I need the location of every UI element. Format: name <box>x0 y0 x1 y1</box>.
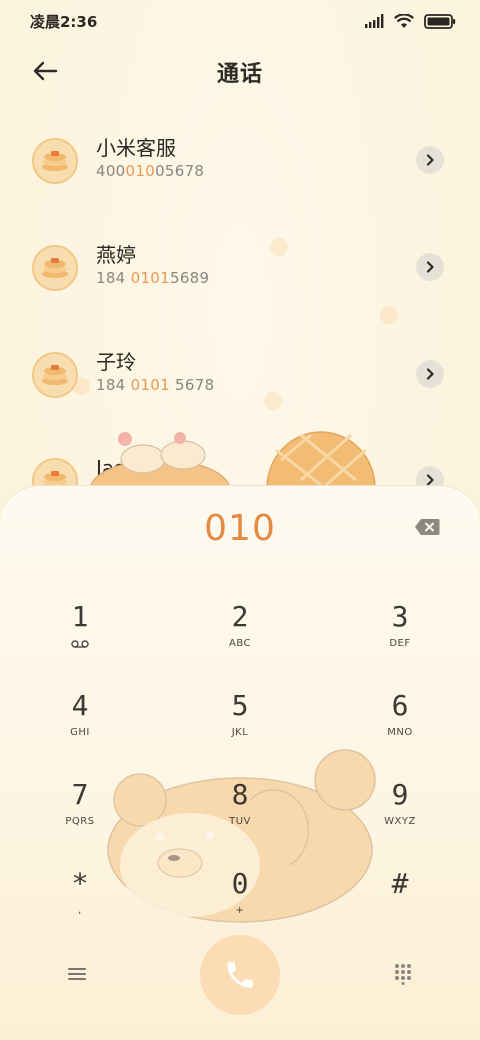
key-6[interactable]: 6 MNO <box>350 689 450 759</box>
bottom-action-bar <box>0 935 480 1015</box>
chevron-right-icon <box>426 261 434 273</box>
key-0[interactable]: 0 + <box>190 867 290 937</box>
signal-icon <box>365 14 384 28</box>
key-4[interactable]: 4 GHI <box>30 689 130 759</box>
phone-icon <box>227 962 253 988</box>
backspace-icon <box>415 519 440 535</box>
status-bar: 凌晨2:36 <box>0 0 480 42</box>
contact-name: 小米客服 <box>96 136 176 160</box>
page-title: 通话 <box>216 62 263 87</box>
key-2[interactable]: 2 ABC <box>190 600 290 670</box>
battery-icon <box>424 13 456 29</box>
delete-button[interactable] <box>414 518 440 538</box>
avatar <box>32 138 78 184</box>
avatar <box>32 245 78 291</box>
contact-row[interactable]: 子玲 184 0101 5678 <box>0 346 480 416</box>
contact-detail-button[interactable] <box>416 360 444 388</box>
key-1[interactable]: 1 <box>30 600 130 670</box>
dialpad-toggle-button[interactable] <box>388 959 418 989</box>
key-star[interactable]: * , <box>30 867 130 937</box>
contact-row[interactable]: 燕婷 184 01015689 <box>0 239 480 309</box>
status-icons <box>364 13 456 29</box>
pancake-icon <box>42 365 68 385</box>
menu-icon <box>68 968 86 980</box>
key-hash[interactable]: # <box>350 867 450 937</box>
dialpad-grid-icon <box>395 964 411 985</box>
status-time: 凌晨2:36 <box>30 12 98 31</box>
key-7[interactable]: 7 PQRS <box>30 778 130 848</box>
key-8[interactable]: 8 TUV <box>190 778 290 848</box>
contact-row[interactable]: 小米客服 40001005678 <box>0 132 480 202</box>
key-5[interactable]: 5 JKL <box>190 689 290 759</box>
menu-button[interactable] <box>62 959 92 989</box>
chevron-right-icon <box>426 154 434 166</box>
dial-input-display[interactable]: 010 <box>0 508 480 549</box>
key-3[interactable]: 3 DEF <box>350 600 450 670</box>
avatar <box>32 352 78 398</box>
pancake-icon <box>42 151 68 171</box>
contact-name: 燕婷 <box>96 243 136 267</box>
header: 通话 <box>0 48 480 92</box>
call-button[interactable] <box>200 935 280 1015</box>
dialer-screen: 凌晨2:36 通话 小米客服 40001005678 燕婷 184 010156… <box>0 0 480 1040</box>
contact-number: 40001005678 <box>96 162 205 180</box>
contact-number: 184 01015689 <box>96 269 210 287</box>
melon-bun-illustration <box>266 431 376 490</box>
wifi-icon <box>394 13 414 28</box>
contact-name: 子玲 <box>96 350 136 374</box>
contact-detail-button[interactable] <box>416 253 444 281</box>
voicemail-icon <box>71 640 89 648</box>
contact-detail-button[interactable] <box>416 146 444 174</box>
contact-number: 184 0101 5678 <box>96 376 215 394</box>
key-9[interactable]: 9 WXYZ <box>350 778 450 848</box>
chevron-right-icon <box>426 368 434 380</box>
pancake-icon <box>42 258 68 278</box>
